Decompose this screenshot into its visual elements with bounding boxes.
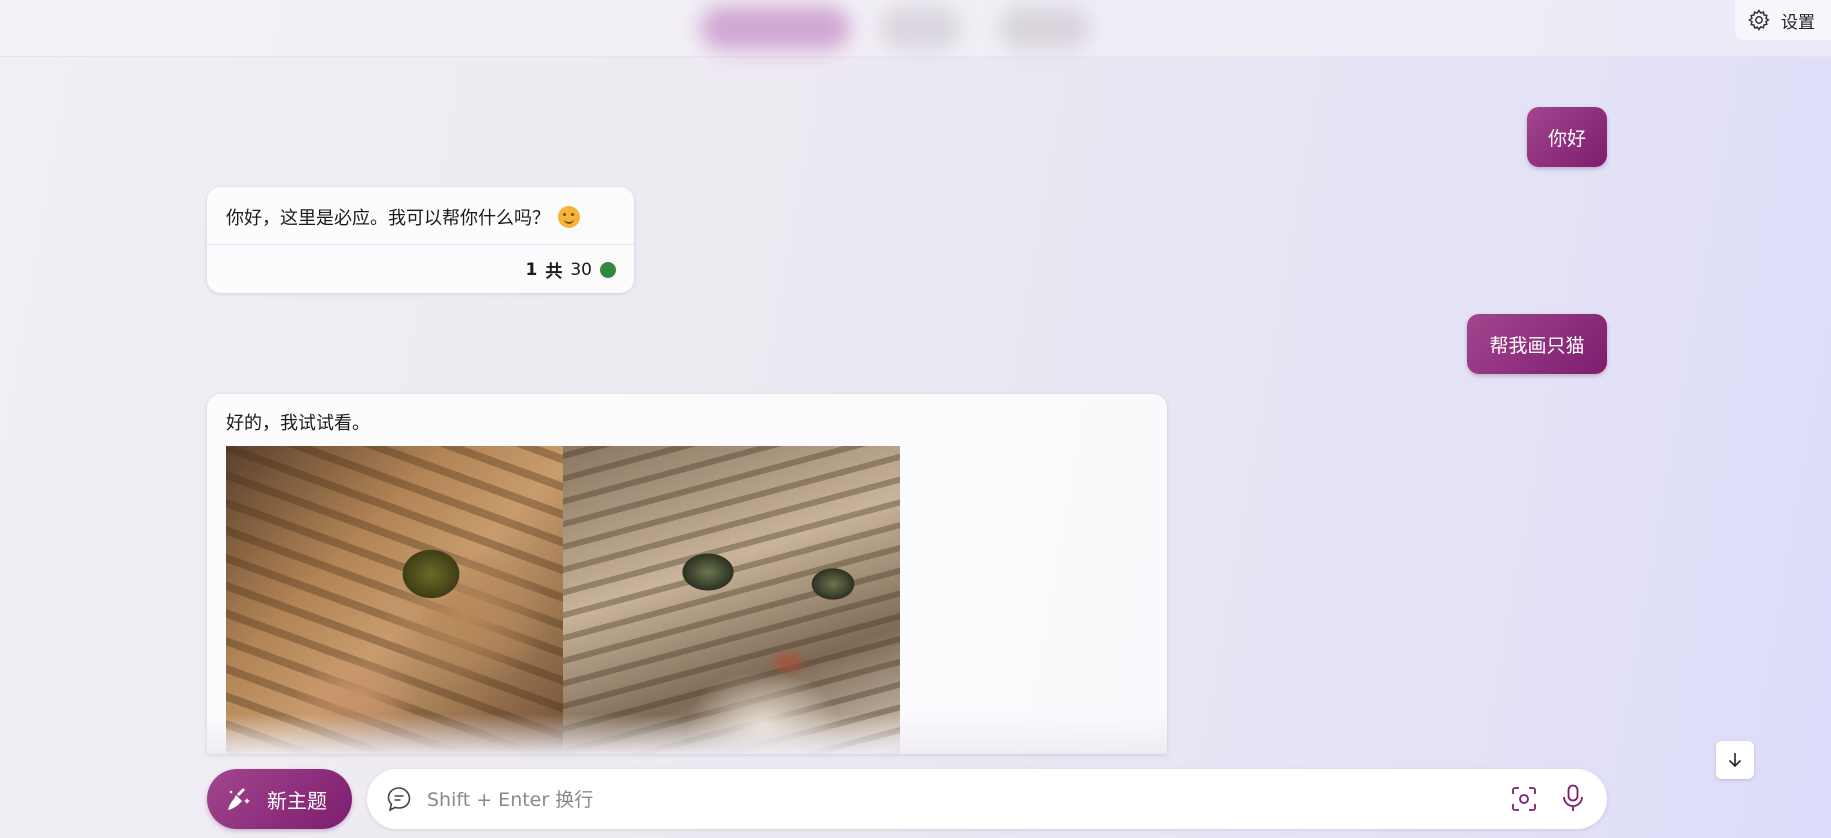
turn-sep: 共 (545, 262, 563, 282)
top-bar (0, 0, 1831, 57)
bot-message-text: 你好，这里是必应。我可以帮你什么吗？ (226, 208, 550, 229)
generated-images (226, 446, 900, 754)
gear-icon (1748, 9, 1770, 31)
divider (207, 244, 634, 245)
broom-icon (228, 788, 250, 810)
blurred-tab[interactable] (1000, 6, 1090, 50)
bot-message-card: 好的，我试试看。 (207, 394, 1167, 754)
scroll-down-button[interactable] (1716, 741, 1754, 779)
blurred-tab[interactable] (700, 6, 850, 50)
turn-total: 30 (570, 259, 592, 280)
turn-counter: 1 共 30 (526, 257, 616, 282)
settings-label: 设置 (1781, 12, 1815, 33)
arrow-down-icon (1728, 753, 1742, 768)
new-topic-label: 新主题 (267, 788, 327, 813)
generated-cat-image[interactable] (563, 446, 900, 754)
chat-input-box[interactable] (367, 769, 1607, 829)
chat-bubble-icon (387, 787, 411, 812)
user-message: 帮我画只猫 (1467, 314, 1607, 374)
microphone-icon[interactable] (1559, 783, 1587, 813)
status-dot (600, 261, 616, 278)
bot-message-text: 好的，我试试看。 (226, 413, 370, 434)
chat-input[interactable] (425, 781, 1429, 819)
user-message: 你好 (1527, 107, 1607, 167)
bot-message: 你好，这里是必应。我可以帮你什么吗？ (226, 204, 580, 230)
turn-current: 1 (525, 259, 538, 280)
generated-cat-image[interactable] (226, 446, 563, 754)
bot-message-card: 你好，这里是必应。我可以帮你什么吗？ 1 共 30 (207, 187, 634, 293)
smile-emoji-icon (558, 206, 580, 228)
camera-scan-icon[interactable] (1510, 785, 1538, 813)
settings-button[interactable]: 设置 (1735, 0, 1831, 40)
blurred-tab[interactable] (880, 6, 960, 50)
new-topic-button[interactable]: 新主题 (207, 769, 352, 829)
scroll-fade (207, 714, 1167, 754)
